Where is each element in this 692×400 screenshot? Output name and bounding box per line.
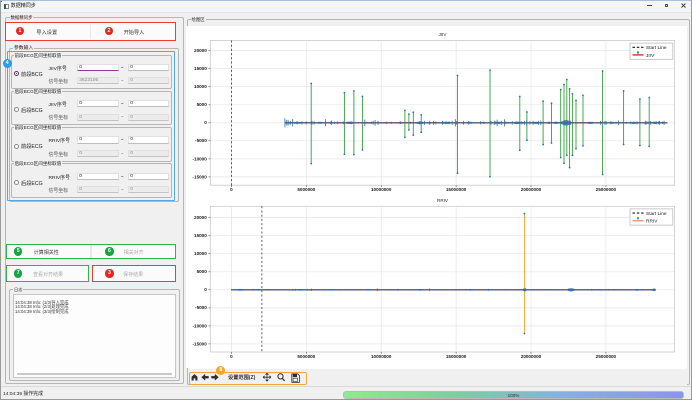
svg-text:10000: 10000	[194, 84, 207, 89]
svg-text:15000000: 15000000	[446, 354, 467, 359]
svg-text:10000000: 10000000	[371, 354, 392, 359]
svg-text:Start Line: Start Line	[646, 211, 667, 217]
svg-text:JIIV: JIIV	[646, 53, 655, 59]
svg-text:15000: 15000	[194, 233, 207, 238]
svg-text:5000: 5000	[197, 269, 208, 274]
svg-text:JIIV: JIIV	[439, 32, 448, 37]
svg-text:10000: 10000	[194, 251, 207, 256]
svg-text:25000000: 25000000	[596, 354, 617, 359]
svg-text:5000: 5000	[197, 102, 208, 107]
svg-text:Start Line: Start Line	[646, 45, 667, 51]
svg-text:20000: 20000	[194, 215, 207, 220]
svg-text:25000000: 25000000	[596, 187, 617, 192]
svg-text:-5000: -5000	[195, 305, 207, 310]
svg-text:5000000: 5000000	[297, 354, 315, 359]
svg-text:-10000: -10000	[192, 156, 207, 161]
svg-text:5000000: 5000000	[297, 187, 315, 192]
svg-text:-5000: -5000	[195, 138, 207, 143]
svg-text:0: 0	[204, 287, 207, 292]
svg-text:-15000: -15000	[192, 341, 207, 346]
svg-text:0: 0	[230, 354, 233, 359]
svg-text:0: 0	[204, 120, 207, 125]
svg-text:15000: 15000	[194, 66, 207, 71]
svg-text:RRIV: RRIV	[437, 198, 449, 203]
svg-text:-15000: -15000	[192, 174, 207, 179]
svg-text:0: 0	[230, 187, 233, 192]
svg-text:20000000: 20000000	[521, 187, 542, 192]
svg-text:RRIV: RRIV	[646, 219, 658, 225]
svg-text:-10000: -10000	[192, 323, 207, 328]
svg-text:10000000: 10000000	[371, 187, 392, 192]
svg-text:20000: 20000	[194, 48, 207, 53]
svg-text:15000000: 15000000	[446, 187, 467, 192]
svg-text:20000000: 20000000	[521, 354, 542, 359]
